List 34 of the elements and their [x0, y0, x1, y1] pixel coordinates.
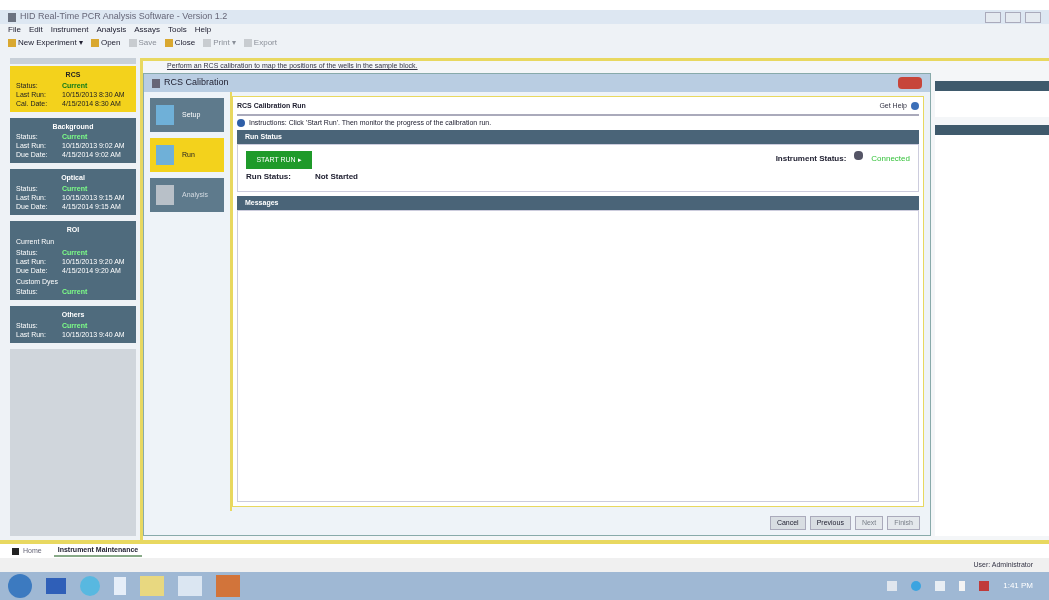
step-icon — [156, 185, 174, 205]
menu-item[interactable]: Assays — [134, 24, 161, 36]
minimize-button[interactable] — [985, 11, 1001, 23]
maximize-button[interactable] — [1005, 11, 1021, 23]
clock: 1:41 PM — [1003, 580, 1034, 592]
instrument-status-value: Connected — [871, 153, 910, 165]
run-status-value: Not Started — [314, 171, 358, 183]
toolbar-icon — [8, 39, 16, 47]
menu-item[interactable]: Help — [194, 24, 212, 36]
toolbar-icon — [90, 39, 99, 47]
run-status-label: Run Status: — [246, 171, 291, 183]
step-icon — [156, 145, 174, 165]
toolbar-button[interactable]: Open — [90, 37, 121, 49]
home-icon — [12, 547, 19, 555]
toolbar-icon — [203, 39, 212, 47]
start-button[interactable] — [8, 574, 32, 598]
window-title: HID Real-Time PCR Analysis Software - Version 1.2 — [20, 10, 228, 24]
toolbar-button[interactable]: New Experiment ▾ — [8, 37, 83, 49]
close-button[interactable] — [1025, 11, 1041, 23]
menu-item[interactable]: Edit — [28, 24, 43, 36]
toolbar-button[interactable]: Close — [164, 37, 196, 49]
step-icon — [156, 105, 174, 125]
close-button[interactable] — [898, 77, 922, 89]
menu-item[interactable]: Tools — [168, 24, 187, 36]
menu-item[interactable]: Instrument — [50, 24, 89, 36]
toolbar-icon — [128, 39, 137, 47]
menu-item[interactable]: Analysis — [96, 24, 127, 36]
toolbar-icon — [164, 39, 173, 47]
info-icon — [237, 118, 245, 127]
help-icon — [911, 102, 919, 111]
dialog-title: RCS Calibration — [164, 76, 229, 90]
instrument-status-label: Instrument Status: — [775, 153, 847, 165]
toolbar-icon — [243, 39, 252, 47]
menu-item[interactable]: File — [8, 24, 21, 36]
